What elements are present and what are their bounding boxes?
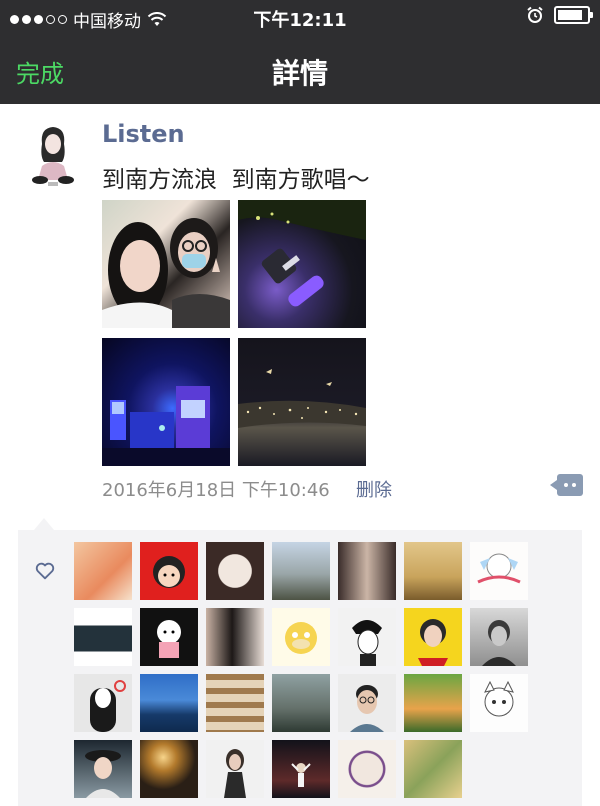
like-avatar[interactable] <box>338 542 396 600</box>
battery-icon <box>554 6 593 24</box>
man-portrait-avatar <box>482 620 516 666</box>
like-avatar[interactable] <box>404 740 462 798</box>
delete-link[interactable]: 删除 <box>356 476 392 502</box>
status-time: 下午12:11 <box>253 10 347 31</box>
night-crowd-photo <box>238 369 366 428</box>
anime-sketch-avatar <box>484 680 514 717</box>
heart-icon <box>35 562 55 580</box>
girl-hat-avatar <box>85 750 121 798</box>
dot-icon <box>572 483 576 487</box>
concert-lightstick-photo <box>238 200 366 307</box>
like-avatar[interactable] <box>74 608 132 666</box>
page-title: 詳情 <box>271 57 328 90</box>
dot-icon <box>564 483 568 487</box>
like-avatar[interactable] <box>338 740 396 798</box>
like-avatar[interactable] <box>206 674 264 732</box>
like-avatar[interactable] <box>206 608 264 666</box>
like-avatar[interactable] <box>74 674 132 732</box>
man-glasses-avatar <box>350 685 384 732</box>
post-photo-4[interactable] <box>238 338 366 466</box>
like-avatar[interactable] <box>338 608 396 666</box>
like-avatar[interactable] <box>404 542 462 600</box>
post-photo-3[interactable] <box>102 338 230 466</box>
post-photo-1[interactable] <box>102 200 230 328</box>
nav-bar: 完成 詳情 <box>0 36 600 104</box>
like-avatar[interactable] <box>140 608 198 666</box>
like-avatar[interactable] <box>470 674 528 732</box>
author-avatar[interactable] <box>22 122 84 188</box>
post-text: 到南方流浪 到南方歌唱～ <box>102 167 370 193</box>
like-avatar[interactable] <box>140 542 198 600</box>
like-avatar[interactable] <box>272 674 330 732</box>
like-avatar[interactable] <box>140 740 198 798</box>
like-avatar[interactable] <box>272 608 330 666</box>
like-avatar[interactable] <box>470 608 528 666</box>
selfie-photo <box>102 218 230 328</box>
like-avatar[interactable] <box>140 674 198 732</box>
like-avatar[interactable] <box>206 542 264 600</box>
like-avatar[interactable] <box>404 608 462 666</box>
like-avatar[interactable] <box>404 674 462 732</box>
like-avatar[interactable] <box>272 542 330 600</box>
post-timestamp: 2016年6月18日 下午10:46 <box>102 480 330 501</box>
cartoon-girl-avatar <box>157 620 181 658</box>
like-avatar[interactable] <box>206 740 264 798</box>
comment-more-button[interactable] <box>550 474 583 496</box>
concert-stage-photo <box>102 386 230 466</box>
no-face-avatar <box>90 680 126 732</box>
duck-cartoon-avatar <box>285 622 317 654</box>
battery-level <box>558 10 582 20</box>
profile-sketch-avatar <box>352 620 382 666</box>
alarm-icon <box>527 6 543 23</box>
child-portrait-avatar <box>418 619 448 666</box>
woman-portrait-avatar <box>224 749 246 798</box>
like-avatar[interactable] <box>470 542 528 600</box>
post-username[interactable]: Listen <box>102 120 185 148</box>
like-avatar[interactable] <box>338 674 396 732</box>
status-bar: 中国移动 下午12:11 <box>0 0 600 36</box>
like-avatar[interactable] <box>74 740 132 798</box>
like-avatar[interactable] <box>272 740 330 798</box>
likes-panel <box>18 518 582 806</box>
status-right <box>526 6 593 24</box>
post-photo-2[interactable] <box>238 200 366 328</box>
like-avatar[interactable] <box>74 542 132 600</box>
angel-cartoon-avatar <box>477 553 521 584</box>
performer-avatar <box>291 763 311 787</box>
cartoon-avatar <box>153 556 185 588</box>
